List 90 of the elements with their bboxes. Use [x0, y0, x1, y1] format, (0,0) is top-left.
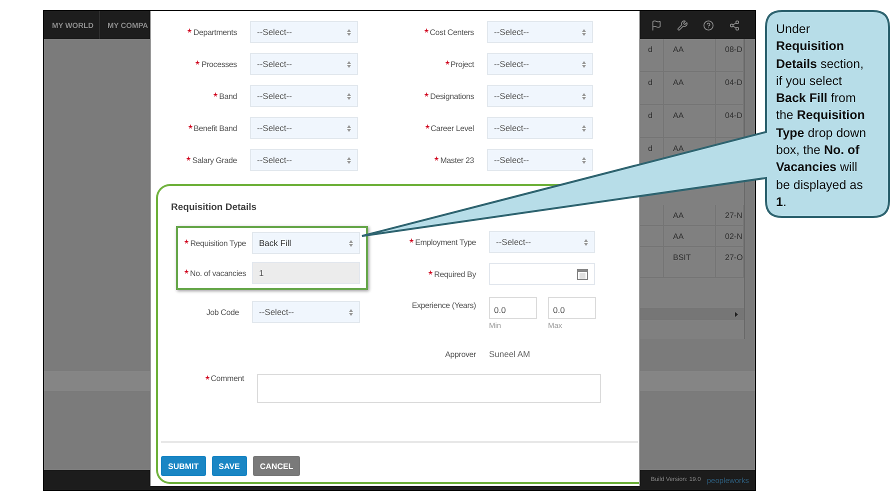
readonly-field: 1 — [252, 262, 360, 284]
field-label: Departments — [193, 28, 237, 36]
required-asterisk-icon — [204, 374, 210, 380]
required-asterisk-icon — [434, 156, 440, 161]
cancel-button[interactable]: CANCEL — [252, 456, 300, 476]
field-label: Requisition Type — [190, 238, 246, 248]
field-label: Project — [450, 60, 474, 68]
required-asterisk-icon — [195, 60, 200, 65]
caret-icon — [347, 28, 351, 36]
select-field[interactable]: --Select-- — [487, 85, 593, 107]
caret-icon — [349, 308, 353, 316]
required-asterisk-icon — [186, 156, 192, 161]
required-asterisk-icon — [424, 28, 429, 33]
field-label: Comment — [210, 374, 244, 383]
table-cell: AA — [673, 45, 684, 54]
field-label: Cost Centers — [430, 28, 474, 36]
select-field[interactable]: Back Fill — [252, 232, 360, 254]
caret-icon — [349, 240, 353, 246]
select-field[interactable]: --Select-- — [250, 53, 358, 75]
field-label: Employment Type — [415, 238, 476, 246]
max-field[interactable]: 0.0 — [548, 297, 596, 319]
table-cell: 08-D — [725, 45, 742, 54]
required-asterisk-icon — [213, 92, 218, 97]
select-field[interactable]: --Select-- — [487, 53, 593, 75]
table-cell: AA — [673, 78, 684, 87]
table-cell: d — [648, 144, 652, 153]
primary-button[interactable]: SAVE — [212, 456, 247, 476]
caret-icon — [582, 92, 586, 100]
caret-icon — [347, 60, 351, 68]
select-field[interactable]: --Select-- — [487, 149, 593, 171]
required-asterisk-icon — [409, 238, 414, 243]
required-asterisk-icon — [424, 124, 430, 129]
comment-field[interactable] — [257, 374, 601, 403]
field-label: Approver — [445, 350, 476, 358]
caret-icon — [347, 92, 351, 100]
select-field[interactable]: --Select-- — [250, 21, 358, 43]
required-asterisk-icon — [187, 28, 192, 33]
field-label: Career Level — [430, 124, 474, 132]
caret-icon — [582, 156, 586, 164]
table-cell: 02-N — [725, 232, 742, 241]
caret-icon — [347, 156, 351, 164]
field-label: Designations — [430, 92, 474, 100]
required-asterisk-icon — [424, 92, 430, 97]
field-label: Salary Grade — [192, 156, 237, 164]
scroll-arrow-icon[interactable] — [735, 312, 738, 316]
select-field[interactable]: --Select-- — [250, 117, 358, 139]
caret-icon — [582, 28, 586, 36]
field-label: Required By — [434, 270, 476, 278]
required-asterisk-icon — [184, 239, 190, 244]
field-label: Experience (Years) — [412, 301, 476, 310]
date-field[interactable] — [489, 263, 595, 285]
field-label: No. of vacancies — [190, 268, 246, 278]
table-cell: 27-N — [725, 211, 742, 220]
callout-text: Under Requisition Details section, if you select Back Fill from the Requisition Type drop down box, the No. of Vacancies will be displayed as 1. — [776, 21, 868, 211]
field-label: Job Code — [206, 308, 239, 316]
caret-icon — [582, 60, 586, 68]
table-cell: AA — [673, 144, 684, 153]
table-cell: 04-D — [725, 78, 742, 87]
table-cell: AA — [673, 211, 684, 220]
table-cell: d — [648, 111, 652, 120]
field-label: Band — [219, 92, 237, 100]
section-title: Requisition Details — [171, 202, 258, 215]
approver-value: Suneel AM — [489, 349, 532, 359]
select-field[interactable]: --Select-- — [487, 117, 593, 139]
required-asterisk-icon — [188, 124, 193, 129]
table-cell: AA — [673, 232, 684, 241]
field-label: Processes — [201, 60, 237, 68]
table-cell: BSIT — [673, 253, 691, 262]
field-label: Master 23 — [440, 156, 474, 164]
caret-icon — [582, 124, 586, 132]
table-cell: 04-D — [725, 111, 742, 120]
table-cell: 27-O — [725, 253, 743, 262]
table-cell: AA — [673, 111, 684, 120]
table-cell: d — [648, 78, 652, 87]
select-field[interactable]: --Select-- — [250, 149, 358, 171]
primary-button[interactable]: SUBMIT — [161, 456, 206, 476]
scroll-bar[interactable] — [639, 308, 744, 320]
select-field[interactable]: --Select-- — [487, 21, 593, 43]
select-field[interactable]: --Select-- — [489, 231, 595, 253]
calendar-icon — [577, 268, 588, 280]
select-field[interactable]: --Select-- — [250, 85, 358, 107]
min-field[interactable]: 0.0 — [489, 297, 537, 319]
required-asterisk-icon — [428, 270, 434, 275]
caret-icon — [584, 238, 588, 246]
field-label: Benefit Band — [194, 124, 237, 132]
required-asterisk-icon — [184, 269, 190, 274]
caret-icon — [347, 124, 351, 132]
table-cell: d — [648, 45, 652, 54]
required-asterisk-icon — [444, 60, 450, 65]
select-field[interactable]: --Select-- — [252, 301, 360, 323]
